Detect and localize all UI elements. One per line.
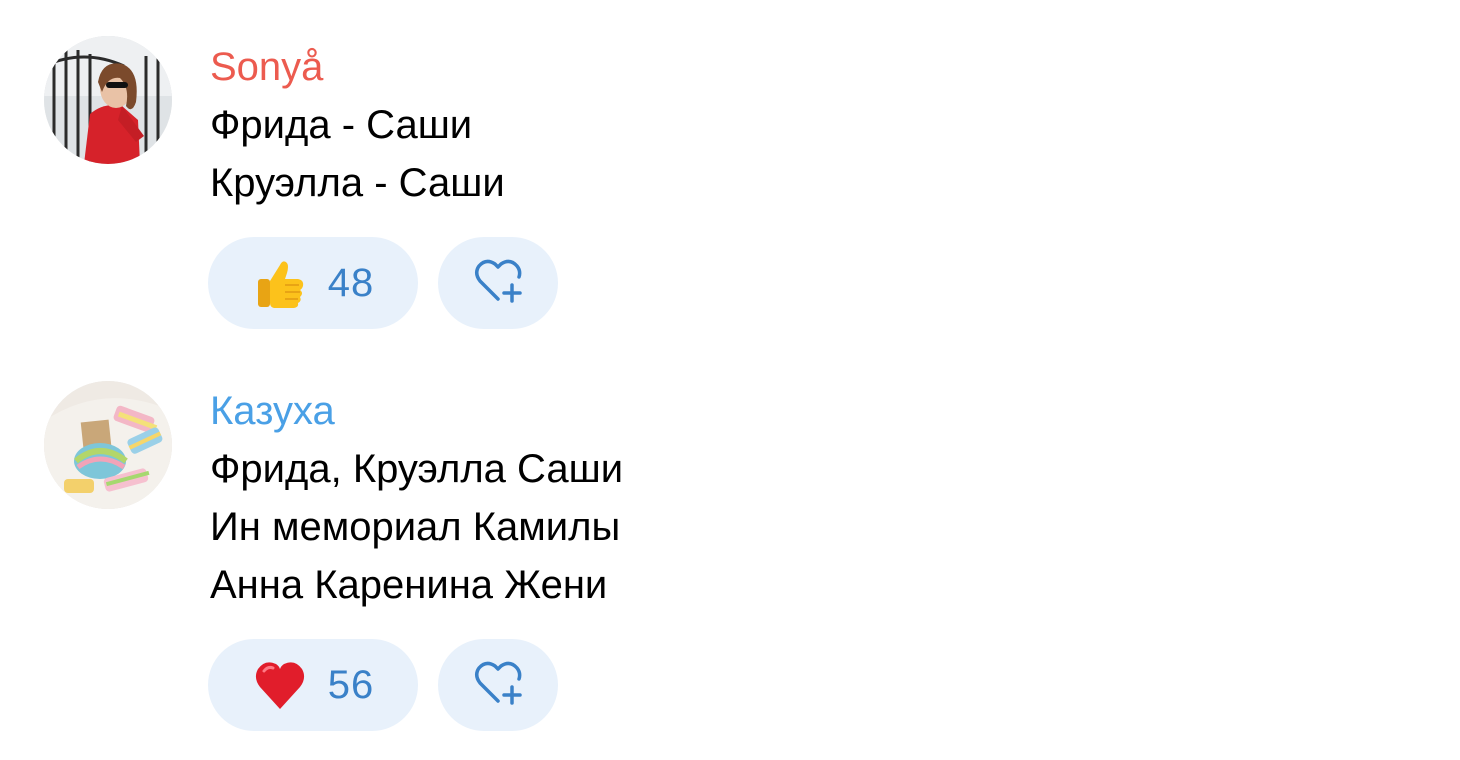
comment-text-line: Фрида, Круэлла Саши	[210, 447, 624, 491]
reaction-count: 56	[327, 662, 375, 707]
reaction-button[interactable]: 56	[208, 639, 418, 731]
avatar-photo	[44, 381, 172, 509]
heart-plus-icon	[470, 253, 526, 314]
avatar-photo	[44, 36, 172, 164]
add-reaction-button[interactable]	[438, 639, 558, 731]
avatar[interactable]	[44, 381, 172, 509]
comment-text-line: Ин мемориал Камилы	[210, 505, 621, 549]
reaction-count: 48	[327, 260, 375, 305]
avatar[interactable]	[44, 36, 172, 164]
comment-text-line: Круэлла - Саши	[210, 161, 505, 205]
comment-body: Sonyå Фрида - Саши Круэлла - Саши	[210, 42, 505, 212]
comment-author[interactable]: Sonyå	[210, 42, 505, 92]
add-reaction-button[interactable]	[438, 237, 558, 329]
reaction-button[interactable]: 48	[208, 237, 418, 329]
comment-text-line: Фрида - Саши	[210, 103, 473, 147]
comment-author[interactable]: Казуха	[210, 386, 623, 436]
red-heart-icon	[252, 657, 308, 713]
comment-text-line: Анна Каренина Жени	[210, 563, 608, 607]
heart-plus-icon	[470, 655, 526, 716]
comment-body: Казуха Фрида, Круэлла Саши Ин мемориал К…	[210, 386, 623, 614]
thumbs-up-icon	[252, 255, 308, 311]
comment-actions: 56	[208, 639, 558, 731]
comment-actions: 48	[208, 237, 558, 329]
